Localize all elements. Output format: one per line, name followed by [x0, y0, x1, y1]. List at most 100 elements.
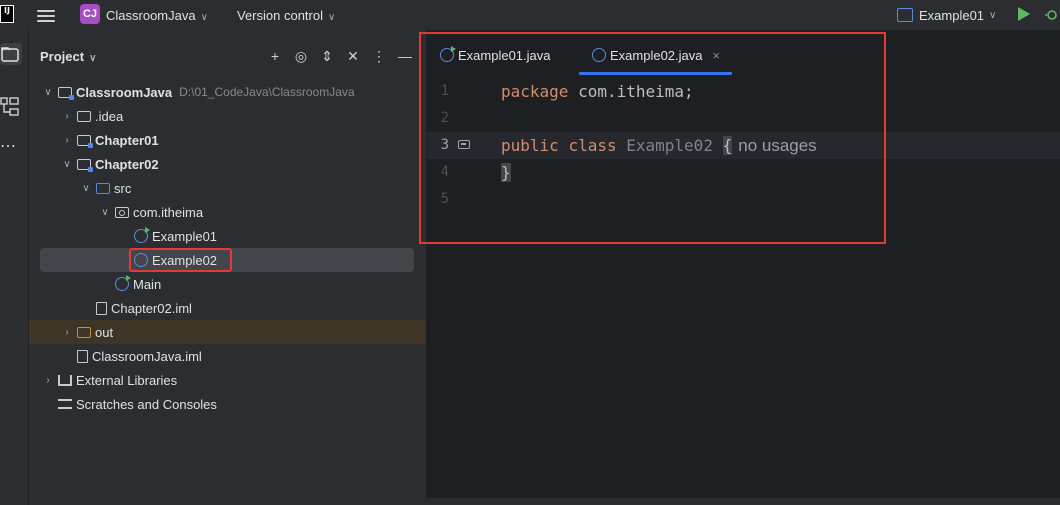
tree-item-out[interactable]: › out: [29, 320, 426, 344]
line-number: 3: [440, 137, 449, 153]
run-icon[interactable]: [1018, 7, 1030, 21]
code-text: public class Example02 { no usages: [501, 132, 817, 159]
module-icon: [77, 158, 93, 172]
source-folder-icon: [96, 182, 110, 194]
iml-file-icon: [77, 349, 88, 363]
tree-item-chapter02[interactable]: ∨ Chapter02: [29, 152, 426, 176]
more-tools-icon[interactable]: ⋯: [0, 136, 17, 156]
expand-all-icon[interactable]: ⇕: [314, 45, 340, 67]
tree-item-label: ClassroomJava: [76, 84, 173, 100]
new-file-icon[interactable]: +: [262, 45, 288, 67]
title-bar: IJ CJ ClassroomJava ∨ Version control ∨ Ex…: [0, 0, 1060, 30]
line-number: 5: [440, 191, 449, 207]
chevron-down-icon: ∨: [63, 158, 71, 170]
chevron-right-icon: ›: [46, 374, 50, 386]
run-config-selector[interactable]: Example01 ∨: [897, 6, 996, 24]
structure-icon[interactable]: [0, 96, 20, 118]
tree-item-package[interactable]: ∨ com.itheima: [29, 200, 426, 224]
code-line: 2: [427, 105, 1060, 132]
main-menu-icon[interactable]: [37, 7, 55, 23]
debug-icon[interactable]: [1045, 7, 1059, 21]
chevron-down-icon: ∨: [989, 9, 997, 21]
collapse-all-icon[interactable]: ✕: [340, 45, 366, 67]
vcs-menu[interactable]: Version control ∨: [237, 8, 335, 23]
runnable-class-icon: [134, 227, 150, 243]
close-brace: }: [501, 163, 511, 182]
hide-panel-icon[interactable]: —: [392, 45, 418, 67]
tab-example01[interactable]: Example01.java: [440, 36, 551, 74]
tab-label: Example01.java: [458, 47, 551, 63]
code-editor[interactable]: 1 package com.itheima; 2 3 public class …: [427, 78, 1060, 213]
tree-item-external-libraries[interactable]: › External Libraries: [29, 368, 426, 392]
tree-item-label: ClassroomJava.iml: [92, 348, 202, 364]
tree-item-label: Chapter02: [95, 156, 159, 172]
module-icon: [77, 134, 93, 148]
options-icon[interactable]: ⋮: [366, 45, 392, 67]
tree-item-chapter01[interactable]: › Chapter01: [29, 128, 426, 152]
chevron-right-icon: ›: [65, 110, 69, 122]
tool-window-strip: ⋯: [0, 30, 29, 505]
tree-item-idea[interactable]: › .idea: [29, 104, 426, 128]
tree-item-main[interactable]: Main: [29, 272, 426, 296]
tree-item-label: .idea: [95, 108, 124, 124]
panel-toolbar: + ◎ ⇕ ✕ ⋮ —: [262, 45, 418, 67]
tree-item-label: Example01: [152, 228, 218, 244]
project-path: D:\01_CodeJava\ClassroomJava: [179, 85, 355, 99]
locate-file-icon[interactable]: ◎: [288, 45, 314, 67]
tree-item-chapter02-iml[interactable]: Chapter02.iml: [29, 296, 426, 320]
project-badge[interactable]: CJ: [80, 4, 100, 24]
tree-item-classroomjava-iml[interactable]: ClassroomJava.iml: [29, 344, 426, 368]
tree-item-classroomjava[interactable]: ∨ ClassroomJava D:\01_CodeJava\Classroom…: [29, 80, 426, 104]
project-panel-title[interactable]: Project ∨: [40, 49, 96, 64]
keyword: public: [501, 136, 559, 155]
tree-item-src[interactable]: ∨ src: [29, 176, 426, 200]
package-name: com.itheima;: [578, 82, 694, 101]
keyword: class: [568, 136, 617, 155]
class-name: Example02: [626, 136, 713, 155]
intellij-logo: IJ: [0, 5, 14, 23]
runnable-class-icon: [115, 275, 131, 291]
status-strip: [29, 498, 1060, 505]
code-text: }: [501, 159, 511, 186]
chevron-down-icon: ∨: [200, 12, 208, 23]
project-switcher[interactable]: ClassroomJava ∨: [106, 8, 208, 23]
tree-item-label: com.itheima: [133, 204, 204, 220]
line-number: 1: [440, 83, 449, 99]
excluded-folder-icon: [77, 326, 91, 338]
tree-item-label: Example02: [152, 252, 218, 268]
tab-example02[interactable]: Example02.java ×: [592, 36, 720, 74]
active-tab-indicator: [579, 72, 732, 75]
open-brace: {: [722, 136, 733, 155]
tree-item-example02[interactable]: Example02: [40, 248, 414, 272]
tree-item-example01[interactable]: Example01: [29, 224, 426, 248]
application-icon: [897, 8, 913, 22]
tree-item-label: out: [95, 324, 114, 340]
package-icon: [115, 206, 129, 218]
run-config-name: Example01: [919, 7, 985, 23]
iml-file-icon: [96, 301, 107, 315]
tree-item-label: Chapter01: [95, 132, 159, 148]
implementation-gutter-icon[interactable]: [458, 140, 470, 149]
scratches-icon: [58, 399, 72, 409]
code-line: 4 }: [427, 159, 1060, 186]
tree-item-scratches[interactable]: Scratches and Consoles: [29, 392, 426, 416]
class-icon: [134, 253, 148, 267]
close-icon[interactable]: ×: [713, 48, 721, 63]
project-tool-button[interactable]: [0, 43, 22, 65]
usage-hint[interactable]: no usages: [738, 136, 816, 155]
chevron-right-icon: ›: [65, 326, 69, 338]
code-line: 1 package com.itheima;: [427, 78, 1060, 105]
chevron-down-icon: ∨: [82, 182, 90, 194]
chevron-down-icon: ∨: [44, 86, 52, 98]
project-tree: ∨ ClassroomJava D:\01_CodeJava\Classroom…: [29, 80, 426, 416]
tree-item-label: Main: [133, 276, 162, 292]
panel-title-label: Project: [40, 49, 85, 64]
editor-tabs: Example01.java Example02.java ×: [427, 36, 1060, 76]
chevron-down-icon: ∨: [89, 53, 97, 64]
folder-icon: [77, 110, 91, 122]
folder-icon: [1, 47, 19, 62]
chevron-down-icon: ∨: [328, 12, 336, 23]
line-number: 4: [440, 164, 449, 180]
tree-item-label: Chapter02.iml: [111, 300, 192, 316]
library-icon: [58, 374, 72, 386]
